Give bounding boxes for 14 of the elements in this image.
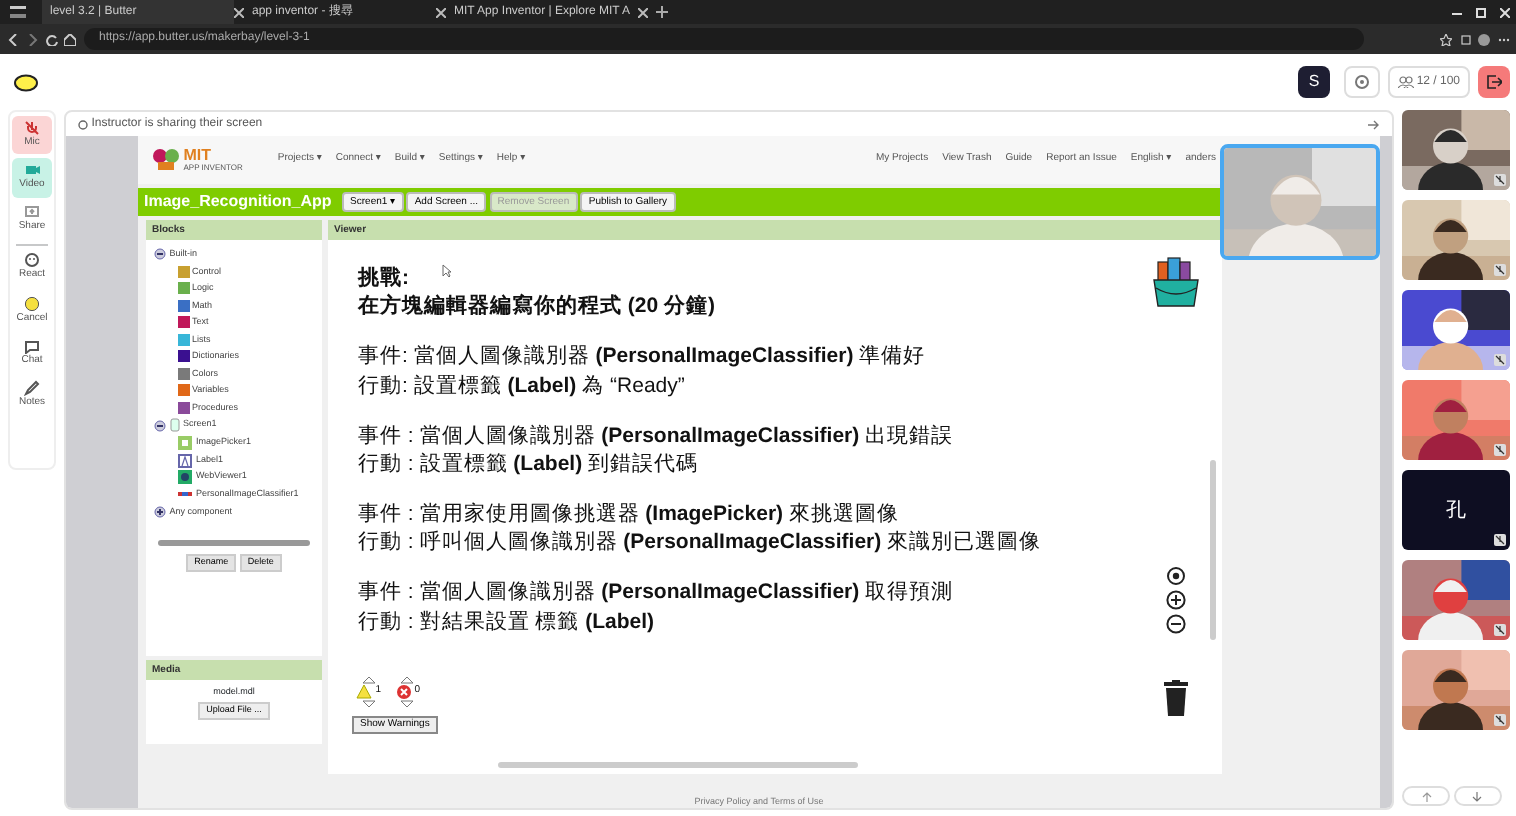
instruction-text: 挑戰: — [358, 264, 409, 293]
project-title: Image_Recognition_App — [144, 190, 332, 214]
logo-title: MIT — [183, 148, 214, 164]
user-avatar[interactable]: S — [1298, 66, 1331, 98]
instruction-text: 事件 : 當個人圖像識別器 (PersonalImageClassifier) 出現錯誤 — [358, 421, 954, 450]
instruction-text: 行動 : 設置標籤 (Label) 到錯誤代碼 — [358, 449, 699, 479]
instruction-text: 行動 : 呼叫個人圖像識別器 (PersonalImageClassifier) 來識別已選圖像 — [358, 528, 1042, 557]
instruction-text: 行動 : 對結果設置 標籤 (Label) — [358, 607, 655, 636]
instruction-text: 行動: 設置標籤 (Label) 為 “Ready” — [358, 371, 685, 400]
participant-initial: 孔 — [1446, 497, 1466, 525]
instruction-text: 事件 : 當用家使用圖像挑選器 (ImagePicker) 來挑選圖像 — [358, 500, 899, 529]
instruction-text: 事件 : 當個人圖像識別器 (PersonalImageClassifier) 取得預測 — [358, 578, 954, 608]
instruction-text: 在方塊編輯器編寫你的程式 (20 分鐘) — [358, 292, 716, 321]
instruction-text: 事件: 當個人圖像識別器 (PersonalImageClassifier) 準備好 — [358, 342, 926, 372]
